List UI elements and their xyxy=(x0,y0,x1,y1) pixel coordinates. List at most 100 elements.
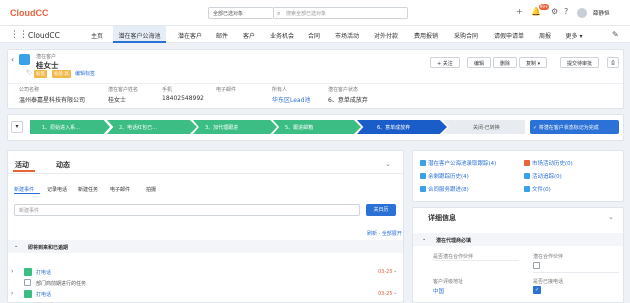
related-link-label: 市场活动历史(0) xyxy=(532,161,573,167)
path-step[interactable]: 3、加代理跟进 xyxy=(193,120,277,134)
edit-button[interactable]: 编辑 xyxy=(467,57,492,68)
help-icon[interactable]: ? xyxy=(564,7,568,16)
subtab-underline xyxy=(14,193,40,194)
chevron-down-icon[interactable]: ⌄ xyxy=(422,236,426,242)
related-link[interactable]: 活动追踪(0) xyxy=(524,172,562,180)
search-icon: ⌕ xyxy=(277,10,281,17)
answered-checkbox[interactable]: ✓ xyxy=(533,286,541,294)
delete-button[interactable]: 删除 xyxy=(493,57,518,68)
path-step[interactable]: 关闭-已转换 xyxy=(443,120,525,134)
task-checkbox[interactable] xyxy=(24,279,31,286)
nav-purchase-contracts[interactable]: 采购合同 xyxy=(451,31,481,43)
nav-opportunities[interactable]: 业务机会 xyxy=(267,31,297,43)
task-icon xyxy=(24,268,32,276)
subtab-log-call[interactable]: 记录电话 xyxy=(47,186,67,193)
new-event-input[interactable]: 新建事件 xyxy=(14,204,360,216)
activity-title[interactable]: 打电话 xyxy=(36,291,51,298)
folder-icon xyxy=(420,173,426,179)
mark-complete-label: 将潜在客户状态标记为完成 xyxy=(538,125,599,131)
field-label: 潜在合作伙伴 xyxy=(533,254,564,260)
search-scope-select[interactable]: 全部已选对象 xyxy=(208,7,274,19)
nav-leave-requests[interactable]: 请假申请单 xyxy=(491,31,527,43)
back-icon[interactable]: ‹ xyxy=(11,55,14,64)
nav-leads[interactable]: 潜在客户 xyxy=(176,31,204,43)
tag-badge[interactable]: 标签 xyxy=(34,70,47,78)
path-toggle-icon[interactable]: ▾ xyxy=(11,121,23,133)
avatar[interactable] xyxy=(577,8,587,18)
copy-label: 复制 xyxy=(526,61,537,67)
chevron-down-icon[interactable]: ⌄ xyxy=(608,213,614,221)
follow-button[interactable]: + 关注 xyxy=(430,57,460,68)
related-link-label: 活动追踪(0) xyxy=(532,174,562,180)
activity-title[interactable]: 打电话 xyxy=(36,269,51,276)
subtab-new-task[interactable]: 新建任务 xyxy=(78,186,98,193)
related-link-label: 余剩跟踪历史(4) xyxy=(428,174,469,180)
nav-contracts[interactable]: 合同 xyxy=(306,31,322,43)
path-step[interactable]: 5、跟进邮箱 xyxy=(273,120,361,134)
subtab-email[interactable]: 电子邮件 xyxy=(110,186,130,193)
app-launcher-icon[interactable]: ⋮⋮ xyxy=(10,30,28,40)
nav-more-label: 更多 xyxy=(565,33,578,40)
nav-weekly[interactable]: 周报 xyxy=(537,31,553,43)
nav-payments[interactable]: 对外付款 xyxy=(371,31,401,43)
related-link[interactable]: 潜在客户公海池录取跟踪(4) xyxy=(420,159,496,167)
activity-date: 03-25 xyxy=(378,269,393,275)
related-link-label: 合同服务跟进(8) xyxy=(428,187,469,193)
edit-tags-link[interactable]: 编辑标签 xyxy=(75,70,95,77)
chevron-down-icon[interactable]: ⌄ xyxy=(393,290,398,296)
subtab-new-event[interactable]: 新建事件 xyxy=(14,186,34,193)
nav-mail[interactable]: 邮件 xyxy=(214,31,230,43)
chevron-right-icon[interactable]: › xyxy=(11,290,13,297)
nav-lead-pool[interactable]: 潜在客户公海池 xyxy=(113,26,166,43)
user-name[interactable]: 薛静恒 xyxy=(593,9,610,17)
status-value: 6、意单成放弃 xyxy=(328,97,368,104)
add-icon[interactable]: + xyxy=(516,7,523,16)
path-step-current[interactable]: 6、意单成放弃 xyxy=(357,120,447,134)
save-event-button[interactable]: 关日历 xyxy=(366,204,396,216)
related-link[interactable]: 市场活动历史(0) xyxy=(524,159,573,167)
company-value: 温州泰嘉星科技有限公司 xyxy=(19,97,86,104)
nav-home[interactable]: 主页 xyxy=(89,31,105,43)
submit-approval-button[interactable]: 提交待审批 xyxy=(560,57,600,68)
section-title: 潜在代理商必填 xyxy=(436,238,472,244)
related-link[interactable]: 文件(0) xyxy=(524,185,551,193)
details-title: 详细信息 xyxy=(428,214,456,222)
path-step[interactable]: 1、原始进入系... xyxy=(30,120,110,134)
related-link[interactable]: 合同服务跟进(8) xyxy=(420,185,469,193)
task-icon xyxy=(24,290,32,298)
global-search-input[interactable]: ⌕ 搜索全部已选对象 xyxy=(274,7,408,19)
chevron-right-icon[interactable]: › xyxy=(11,268,13,275)
edit-nav-icon[interactable]: ✎ xyxy=(612,30,619,39)
field-underline xyxy=(433,260,519,261)
owner-link[interactable]: 华东区Lead池 xyxy=(272,95,310,104)
field-label: 电子邮件 xyxy=(216,87,237,93)
lead-icon xyxy=(19,54,30,65)
subtab-photo[interactable]: 拍摄 xyxy=(146,186,156,193)
tag-icon: 🏷 xyxy=(26,70,33,76)
refresh-expand-link[interactable]: 刷新 · 全部展开 xyxy=(367,230,402,237)
partner-checkbox[interactable] xyxy=(533,262,540,269)
nav-expenses[interactable]: 费用报销 xyxy=(411,31,441,43)
copy-button[interactable]: 复制 ▾ xyxy=(519,57,548,68)
mark-complete-button[interactable]: ✓ 将潜在客户状态标记为完成 xyxy=(530,120,619,134)
address-link[interactable]: 中国 xyxy=(433,287,444,295)
app-logo[interactable]: CloudCC xyxy=(10,8,49,18)
folder-icon xyxy=(420,186,426,192)
tab-feed[interactable]: 动态 xyxy=(56,160,70,170)
chevron-down-icon[interactable]: ⌄ xyxy=(393,268,398,274)
nav-campaigns[interactable]: 市场活动 xyxy=(333,31,361,43)
field-label: 客户评级地址 xyxy=(433,279,464,285)
nav-accounts[interactable]: 客户 xyxy=(241,31,257,43)
chevron-down-icon[interactable]: ⌄ xyxy=(385,160,391,168)
nav-more[interactable]: 更多 ▾ xyxy=(564,31,584,43)
campaign-icon xyxy=(524,160,530,166)
print-icon[interactable]: ⎙ xyxy=(607,57,620,68)
tag-badge[interactable]: 标签·高 xyxy=(52,70,71,78)
path-step[interactable]: 2、电话红包已... xyxy=(107,120,197,134)
chevron-down-icon[interactable]: ⌄ xyxy=(14,243,18,249)
divider xyxy=(8,173,403,174)
related-link[interactable]: 余剩跟踪历史(4) xyxy=(420,172,469,180)
field-label: 所有人 xyxy=(272,87,288,93)
tab-activity[interactable]: 活动 xyxy=(15,160,29,170)
gear-icon[interactable]: ⚙ xyxy=(551,7,558,16)
